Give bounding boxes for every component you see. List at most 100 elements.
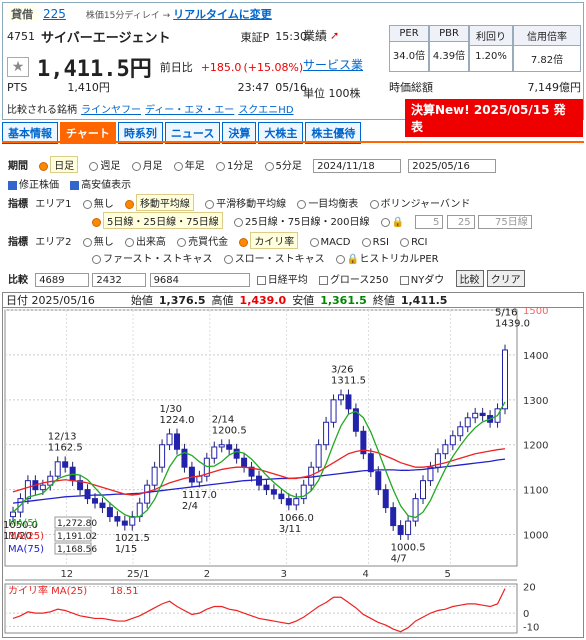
x-tick-label: 12 <box>60 569 73 580</box>
ma-custom[interactable]: 🔒 <box>380 217 404 228</box>
compare-code-3[interactable]: 9684 <box>149 273 250 287</box>
area2-row: 指標 エリア2 無し 出来高 売買代金 カイリ率 MACD RSI RCI <box>8 232 436 249</box>
compare-button[interactable]: 比較 <box>455 270 484 287</box>
area2-rsi[interactable]: RSI <box>361 237 389 248</box>
lock-icon-2: 🔒 <box>346 254 360 265</box>
mcap-value: 7,149億円 <box>527 81 582 94</box>
candle-body <box>382 489 389 509</box>
compare-row: 比較 4689 2432 9684 日経平均 グロース250 NYダウ 比較 ク… <box>8 270 525 287</box>
area2-kairi[interactable]: カイリ率 <box>239 232 299 249</box>
period-5min[interactable]: 5分足 <box>264 161 302 172</box>
candle-body <box>405 520 412 536</box>
cmp-growth250[interactable]: グロース250 <box>318 275 389 286</box>
legend-entry: MA(75) <box>8 544 44 555</box>
area2-turnover[interactable]: 売買代金 <box>177 237 228 248</box>
candle-body <box>367 453 374 473</box>
annotation-label: 1/30 <box>160 404 182 415</box>
area2-rci[interactable]: RCI <box>400 237 428 248</box>
period-monthly[interactable]: 月足 <box>131 161 163 172</box>
loan-count-link[interactable]: 225 <box>43 7 66 21</box>
legend-value: 1,168.56 <box>57 545 97 555</box>
area1-ma[interactable]: 移動平均線 <box>124 194 194 211</box>
area2-volume[interactable]: 出来高 <box>124 237 166 248</box>
compare-code-2[interactable]: 2432 <box>92 273 147 287</box>
opt-adjusted[interactable]: 修正株価 <box>8 180 59 191</box>
area2-hist-per[interactable]: 🔒ヒストリカルPER <box>335 254 439 265</box>
period-daily[interactable]: 日足 <box>39 156 79 173</box>
date-to-input[interactable]: 2025/05/16 <box>408 159 497 173</box>
kairi-value: 18.51 <box>110 586 139 597</box>
ma-set-5-25-75[interactable]: 5日線・25日線・75日線 <box>92 212 223 229</box>
compare-link-1[interactable]: ラインヤフー <box>81 101 141 116</box>
unit: 単位 100株 <box>303 87 361 100</box>
y-tick-label: 1100 <box>523 486 548 497</box>
candle-body <box>174 433 180 450</box>
area2-macd[interactable]: MACD <box>309 237 350 248</box>
realtime-link[interactable]: リアルタイムに変更 <box>173 6 272 22</box>
kairi-label: カイリ率 MA(25) <box>8 584 87 597</box>
area1-label: エリア1 <box>35 199 72 210</box>
candle-body <box>397 525 404 536</box>
candle-body <box>114 516 121 522</box>
annotation-label: 4/7 <box>391 553 407 564</box>
ma-custom-1[interactable]: 5 <box>415 215 444 229</box>
sector-link[interactable]: サービス業 <box>303 56 383 73</box>
area2-slow-stoch[interactable]: スロー・ストキャス <box>223 254 325 265</box>
annotation-label: 2/4 <box>182 501 198 512</box>
period-weekly[interactable]: 週足 <box>89 161 120 172</box>
area1-none[interactable]: 無し <box>82 199 114 210</box>
price-chart-svg[interactable]: 15001400130012001100100012 25/1 2 3 4 51050.0… <box>3 308 583 637</box>
candle-body <box>338 394 344 401</box>
period-yearly[interactable]: 年足 <box>173 161 205 172</box>
area2-fast-stoch[interactable]: ファースト・ストキャス <box>92 254 213 265</box>
ma-custom-2[interactable]: 25 <box>446 215 475 229</box>
candle-body <box>449 435 456 446</box>
candle-body <box>330 399 337 423</box>
area2-none[interactable]: 無し <box>82 237 114 248</box>
earnings-news-badge[interactable]: 決算New! 2025/05/15 発表 <box>405 99 583 137</box>
candle-body <box>196 475 203 483</box>
opt-highlow[interactable]: 高安値表示 <box>70 180 131 191</box>
period-label: 期間 <box>8 161 28 172</box>
annotation-label: 1162.5 <box>48 443 83 454</box>
compare-link-3[interactable]: スクエニHD <box>238 101 293 116</box>
candle-body <box>166 433 173 446</box>
annotation-label: 1/15 <box>115 544 137 555</box>
area1-ichimoku[interactable]: 一目均衡表 <box>297 199 358 210</box>
candle-body <box>464 417 471 428</box>
period-1min[interactable]: 1分足 <box>215 161 253 172</box>
ma-custom-3[interactable]: 75日線 <box>477 215 532 229</box>
pts-price: 1,410円 <box>67 81 110 94</box>
price-change-pct: (+15.08%) <box>243 60 304 74</box>
date-from-input[interactable]: 2024/11/18 <box>313 159 402 173</box>
annotation-label: 5/16 <box>495 308 517 318</box>
candle-body <box>293 498 300 506</box>
y-tick-label: 1400 <box>523 351 548 362</box>
cmp-nikkei[interactable]: 日経平均 <box>256 275 308 286</box>
cmp-nydow[interactable]: NYダウ <box>399 275 444 286</box>
y-tick-label: 1000 <box>523 531 548 542</box>
area1-sma[interactable]: 平滑移動平均線 <box>205 199 286 210</box>
candle-body <box>39 484 46 491</box>
favorite-star-icon[interactable]: ★ <box>7 57 29 77</box>
compare-row-label: 比較 <box>8 275 28 286</box>
candle-body <box>24 480 31 500</box>
clear-button[interactable]: クリア <box>486 270 525 287</box>
candle-body <box>84 489 91 500</box>
ma-set-25-75-200[interactable]: 25日線・75日線・200日線 <box>234 217 370 228</box>
candle-body <box>285 498 292 506</box>
stock-header: 貸借 225 株価15分ディレイ → リアルタイムに変更 4751 サイバーエー… <box>2 2 584 137</box>
area1-bollinger[interactable]: ボリンジャーバンド <box>369 199 470 210</box>
candle-body <box>256 475 262 486</box>
price-change: +185.0 <box>200 60 242 74</box>
compare-code-1[interactable]: 4689 <box>35 273 90 287</box>
tab-divider <box>2 141 584 143</box>
ohlc-open: 1,376.5 <box>158 293 206 307</box>
candle-body <box>502 349 508 410</box>
candle-body <box>151 466 158 486</box>
ohlc-high: 1,439.0 <box>239 293 287 307</box>
compare-link-2[interactable]: ディー・エヌ・エー <box>145 101 234 116</box>
kpi-pbr: PBR 4.39倍 <box>429 25 469 72</box>
candle-body <box>442 444 449 455</box>
annotation-label: 1000.5 <box>391 542 426 553</box>
